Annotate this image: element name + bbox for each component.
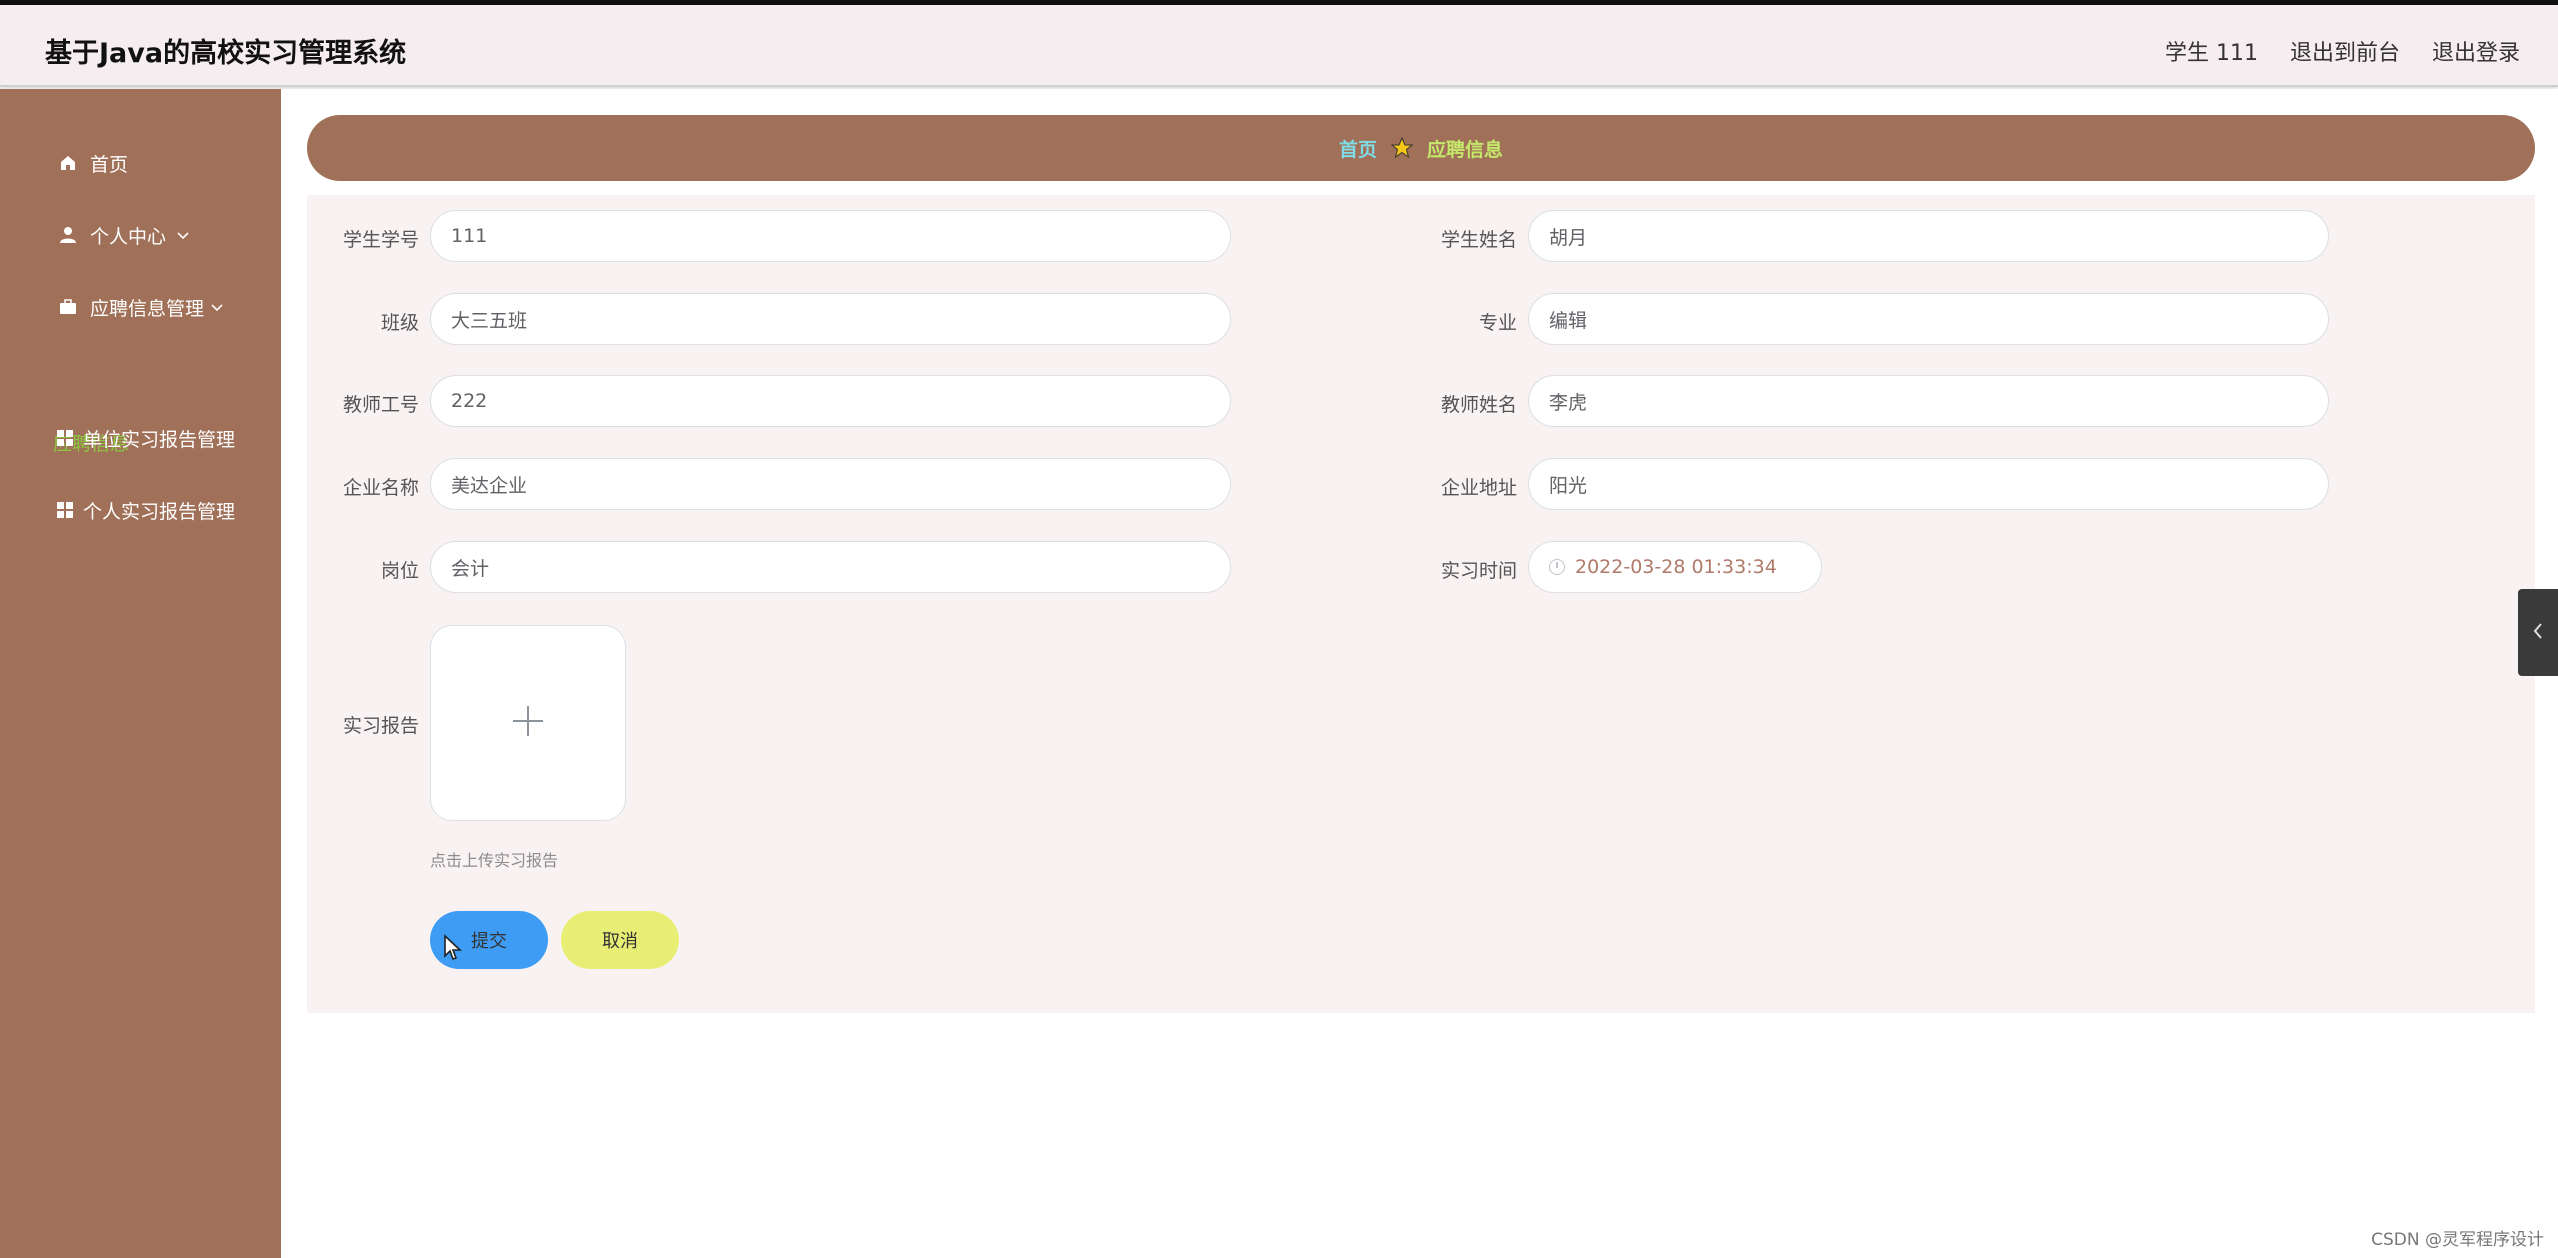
major-input[interactable]: 编辑 (1528, 293, 2329, 345)
intern-time-label: 实习时间 (1440, 560, 1517, 582)
position-input[interactable]: 会计 (430, 541, 1231, 593)
plus-icon (511, 704, 545, 742)
header: 基于Java的高校实习管理系统 学生 111 退出到前台 退出登录 (0, 5, 2558, 87)
chevron-down-icon (210, 298, 224, 317)
position-label: 岗位 (380, 560, 419, 582)
grid-icon (55, 428, 75, 448)
student-name-input[interactable]: 胡月 (1528, 210, 2329, 262)
sidebar-item-recruit[interactable]: 应聘信息管理 (0, 287, 281, 327)
collapse-tab[interactable] (2518, 589, 2558, 676)
intern-time-value: 2022-03-28 01:33:34 (1575, 556, 1777, 578)
teacher-name-label: 教师姓名 (1440, 394, 1517, 416)
sidebar-item-unit-report[interactable]: 单位实习报告管理 (0, 418, 281, 458)
major-label: 专业 (1478, 312, 1517, 334)
teacher-no-label: 教师工号 (342, 394, 419, 416)
class-input[interactable]: 大三五班 (430, 293, 1231, 345)
cancel-button[interactable]: 取消 (561, 911, 679, 969)
sidebar-item-personal-report[interactable]: 个人实习报告管理 (0, 490, 281, 530)
intern-time-picker[interactable]: 2022-03-28 01:33:34 (1528, 541, 1822, 593)
sidebar-item-label: 首页 (90, 153, 129, 176)
to-front-link[interactable]: 退出到前台 (2290, 35, 2400, 67)
chevron-down-icon (176, 226, 190, 245)
company-input[interactable]: 美达企业 (430, 458, 1231, 510)
student-name-label: 学生姓名 (1440, 229, 1517, 251)
chevron-left-icon (2531, 621, 2545, 645)
sidebar-item-label: 应聘信息管理 (90, 297, 205, 320)
grid-icon (55, 500, 75, 520)
mouse-pointer-icon (443, 934, 463, 966)
student-no-input[interactable]: 111 (430, 210, 1231, 262)
teacher-name-input[interactable]: 李虎 (1528, 375, 2329, 427)
star-icon (1390, 136, 1414, 159)
student-no-label: 学生学号 (342, 229, 419, 251)
address-label: 企业地址 (1440, 477, 1517, 499)
class-label: 班级 (380, 312, 419, 334)
sidebar-item-profile[interactable]: 个人中心 (0, 215, 281, 255)
report-label: 实习报告 (342, 715, 419, 737)
company-label: 企业名称 (342, 477, 419, 499)
form-card: 学生学号 111 学生姓名 胡月 班级 大三五班 专业 编辑 教师工号 222 … (307, 195, 2535, 1013)
breadcrumb-home[interactable]: 首页 (1339, 135, 1377, 162)
sidebar-item-label: 单位实习报告管理 (83, 428, 236, 451)
logout-link[interactable]: 退出登录 (2432, 35, 2520, 67)
breadcrumb-current: 应聘信息 (1427, 138, 1504, 161)
report-upload[interactable] (430, 625, 626, 821)
upload-hint: 点击上传实习报告 (430, 851, 559, 870)
briefcase-icon (58, 297, 78, 317)
current-user: 学生 111 (2164, 41, 2258, 66)
address-input[interactable]: 阳光 (1528, 458, 2329, 510)
watermark: CSDN @灵军程序设计 (2371, 1230, 2544, 1250)
sidebar-item-home[interactable]: 首页 (0, 143, 281, 183)
user-icon (58, 225, 78, 245)
teacher-no-input[interactable]: 222 (430, 375, 1231, 427)
home-icon (58, 153, 78, 173)
header-actions: 学生 111 退出到前台 退出登录 (2165, 35, 2520, 67)
main-content: 首页 应聘信息 学生学号 111 学生姓名 胡月 班级 大三五班 专业 编辑 教… (281, 89, 2558, 1258)
sidebar-item-label: 个人实习报告管理 (83, 500, 236, 523)
app-title: 基于Java的高校实习管理系统 (45, 38, 407, 69)
breadcrumb: 首页 应聘信息 (307, 115, 2535, 181)
sidebar-item-label: 个人中心 (90, 225, 167, 248)
sidebar: 首页 个人中心 应聘信息管理 应聘信息 单位实习报告管理 个人实习报告管理 (0, 89, 281, 1258)
clock-icon (1549, 559, 1565, 575)
